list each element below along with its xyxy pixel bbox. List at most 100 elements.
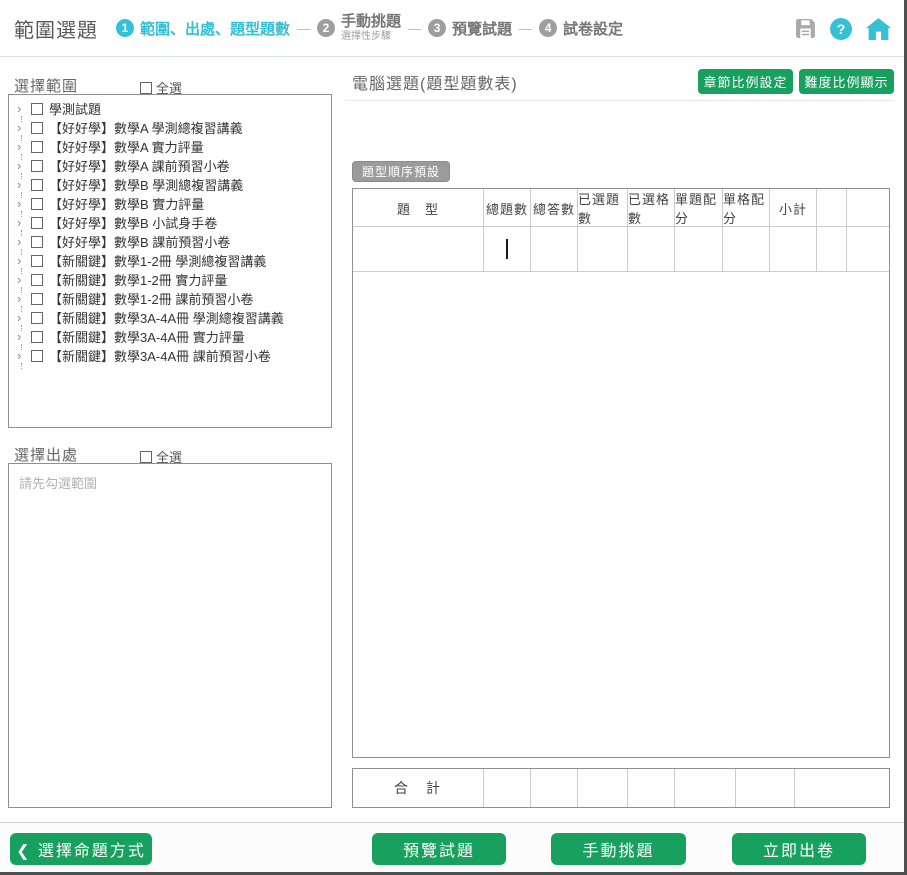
tree-item-label: 學測試題: [49, 99, 101, 118]
step-4-label: 試卷設定: [563, 18, 623, 39]
step-separator: —: [297, 21, 310, 36]
tree-item-label: 【新關鍵】數學3A-4A冊 實力評量: [49, 327, 245, 346]
source-list: 請先勾選範圍: [8, 463, 332, 808]
tree-item-checkbox[interactable]: [31, 122, 43, 134]
tree-item[interactable]: ›【新關鍵】數學3A-4A冊 學測總複習講義: [9, 308, 331, 327]
tree-item[interactable]: ›【好好學】數學B 實力評量: [9, 194, 331, 213]
manual-pick-button[interactable]: 手動挑題: [551, 833, 686, 865]
back-to-mode-button[interactable]: ❮ 選擇命題方式: [10, 833, 152, 865]
column-header: 小計: [769, 189, 816, 227]
home-icon[interactable]: [866, 18, 891, 40]
tree-item-checkbox[interactable]: [31, 255, 43, 267]
tree-item-label: 【好好學】數學A 學測總複習講義: [49, 118, 243, 137]
tree-item[interactable]: ›【好好學】數學B 課前預習小卷: [9, 232, 331, 251]
step-separator: —: [519, 21, 532, 36]
type-order-preset-button[interactable]: 題型順序預設: [352, 161, 450, 182]
tree-item-checkbox[interactable]: [31, 331, 43, 343]
right-panel-divider: [345, 100, 894, 101]
save-icon[interactable]: [795, 18, 816, 39]
text-cursor: [506, 239, 508, 259]
tree-item-checkbox[interactable]: [31, 236, 43, 248]
chapter-ratio-button[interactable]: 章節比例設定: [698, 69, 793, 94]
question-type-cell[interactable]: [353, 227, 483, 271]
tree-item[interactable]: › 【好好學】數學A 學測總複習講義: [9, 118, 331, 137]
expand-icon[interactable]: ›: [17, 255, 29, 267]
total-value-cell: [735, 769, 794, 807]
tree-item[interactable]: ›【新關鍵】數學1-2冊 課前預習小卷: [9, 289, 331, 308]
step-separator: —: [408, 21, 421, 36]
help-icon[interactable]: ?: [830, 18, 852, 40]
source-select-all-checkbox[interactable]: [140, 451, 152, 463]
tree-item-checkbox[interactable]: [31, 293, 43, 305]
tree-item-checkbox[interactable]: [31, 350, 43, 362]
per-question-score-cell[interactable]: [674, 227, 722, 271]
tree-item-checkbox[interactable]: [31, 312, 43, 324]
step-4-paper-settings[interactable]: 4 試卷設定: [539, 18, 623, 39]
per-blank-score-cell[interactable]: [722, 227, 769, 271]
total-value-cell: [794, 769, 889, 807]
expand-icon[interactable]: ›: [17, 236, 29, 248]
tree-item-checkbox[interactable]: [31, 160, 43, 172]
tree-item[interactable]: ›【好好學】數學B 學測總複習講義: [9, 175, 331, 194]
difficulty-ratio-button[interactable]: 難度比例顯示: [799, 69, 894, 94]
tree-item[interactable]: › 學測試題: [9, 99, 331, 118]
column-header: 已選題數: [577, 189, 627, 227]
expand-icon[interactable]: ›: [17, 103, 29, 115]
table-row: [353, 227, 889, 272]
step-2-label: 手動挑題: [341, 14, 401, 31]
tree-item-label: 【好好學】數學A 課前預習小卷: [49, 156, 230, 175]
step-3-preview[interactable]: 3 預覽試題: [428, 18, 512, 39]
selected-blanks-cell[interactable]: [627, 227, 674, 271]
expand-icon[interactable]: ›: [17, 274, 29, 286]
tree-item[interactable]: › 【新關鍵】數學3A-4A冊 課前預習小卷: [9, 346, 331, 365]
step-2-manual-pick[interactable]: 2 手動挑題 選擇性步驟: [317, 14, 401, 42]
expand-icon[interactable]: ›: [17, 331, 29, 343]
expand-icon[interactable]: ›: [17, 179, 29, 191]
computer-selection-title: 電腦選題(題型題數表): [352, 70, 518, 94]
range-select-all-checkbox[interactable]: [140, 82, 152, 94]
tree-item-checkbox[interactable]: [31, 217, 43, 229]
app-window: 範圍選題 1 範圍、出處、題型題數 — 2 手動挑題 選擇性步驟 — 3 預覽試…: [0, 0, 907, 875]
tree-item-checkbox[interactable]: [31, 198, 43, 210]
top-bar: 範圍選題 1 範圍、出處、題型題數 — 2 手動挑題 選擇性步驟 — 3 預覽試…: [0, 0, 907, 57]
expand-icon[interactable]: ›: [17, 122, 29, 134]
tree-item-label: 【好好學】數學B 小試身手卷: [49, 213, 217, 232]
preview-questions-button[interactable]: 預覽試題: [372, 833, 506, 865]
total-questions-cell[interactable]: [483, 227, 530, 271]
step-indicator: 1 範圍、出處、題型題數 — 2 手動挑題 選擇性步驟 — 3 預覽試題 — 4…: [116, 14, 623, 42]
step-2-sublabel: 選擇性步驟: [341, 31, 401, 42]
subtotal-cell[interactable]: [769, 227, 816, 271]
tree-item-label: 【好好學】數學A 實力評量: [49, 137, 204, 156]
expand-icon[interactable]: ›: [17, 160, 29, 172]
selected-questions-cell[interactable]: [577, 227, 627, 271]
expand-icon[interactable]: ›: [17, 293, 29, 305]
bottom-bar: ❮ 選擇命題方式 預覽試題 手動挑題 立即出卷: [0, 822, 907, 875]
expand-icon[interactable]: ›: [17, 312, 29, 324]
range-section-title: 選擇範圍: [14, 75, 78, 96]
expand-icon[interactable]: ›: [17, 198, 29, 210]
tree-item[interactable]: ›【新關鍵】數學1-2冊 學測總複習講義: [9, 251, 331, 270]
tree-item-checkbox[interactable]: [31, 103, 43, 115]
topbar-icons: ?: [795, 0, 891, 57]
step-4-number: 4: [539, 19, 557, 37]
tree-item[interactable]: ›【新關鍵】數學1-2冊 實力評量: [9, 270, 331, 289]
tree-item-checkbox[interactable]: [31, 274, 43, 286]
expand-icon[interactable]: ›: [17, 350, 29, 362]
tree-item-checkbox[interactable]: [31, 179, 43, 191]
column-header: 單題配分: [674, 189, 722, 227]
total-value-cell: [627, 769, 674, 807]
tree-item-checkbox[interactable]: [31, 141, 43, 153]
chevron-left-icon: ❮: [16, 843, 31, 860]
total-answers-cell[interactable]: [530, 227, 577, 271]
create-paper-button[interactable]: 立即出卷: [732, 833, 866, 865]
column-header: 單格配分: [722, 189, 769, 227]
expand-icon[interactable]: ›: [17, 217, 29, 229]
tree-item[interactable]: › 【好好學】數學A 課前預習小卷: [9, 156, 331, 175]
tree-item[interactable]: › 【好好學】數學A 實力評量: [9, 137, 331, 156]
tree-item[interactable]: › 【新關鍵】數學3A-4A冊 實力評量: [9, 327, 331, 346]
step-1-range[interactable]: 1 範圍、出處、題型題數: [116, 18, 290, 39]
tree-item-label: 【新關鍵】數學3A-4A冊 課前預習小卷: [49, 346, 271, 365]
tree-item[interactable]: › 【好好學】數學B 小試身手卷: [9, 213, 331, 232]
step-3-number: 3: [428, 19, 446, 37]
expand-icon[interactable]: ›: [17, 141, 29, 153]
